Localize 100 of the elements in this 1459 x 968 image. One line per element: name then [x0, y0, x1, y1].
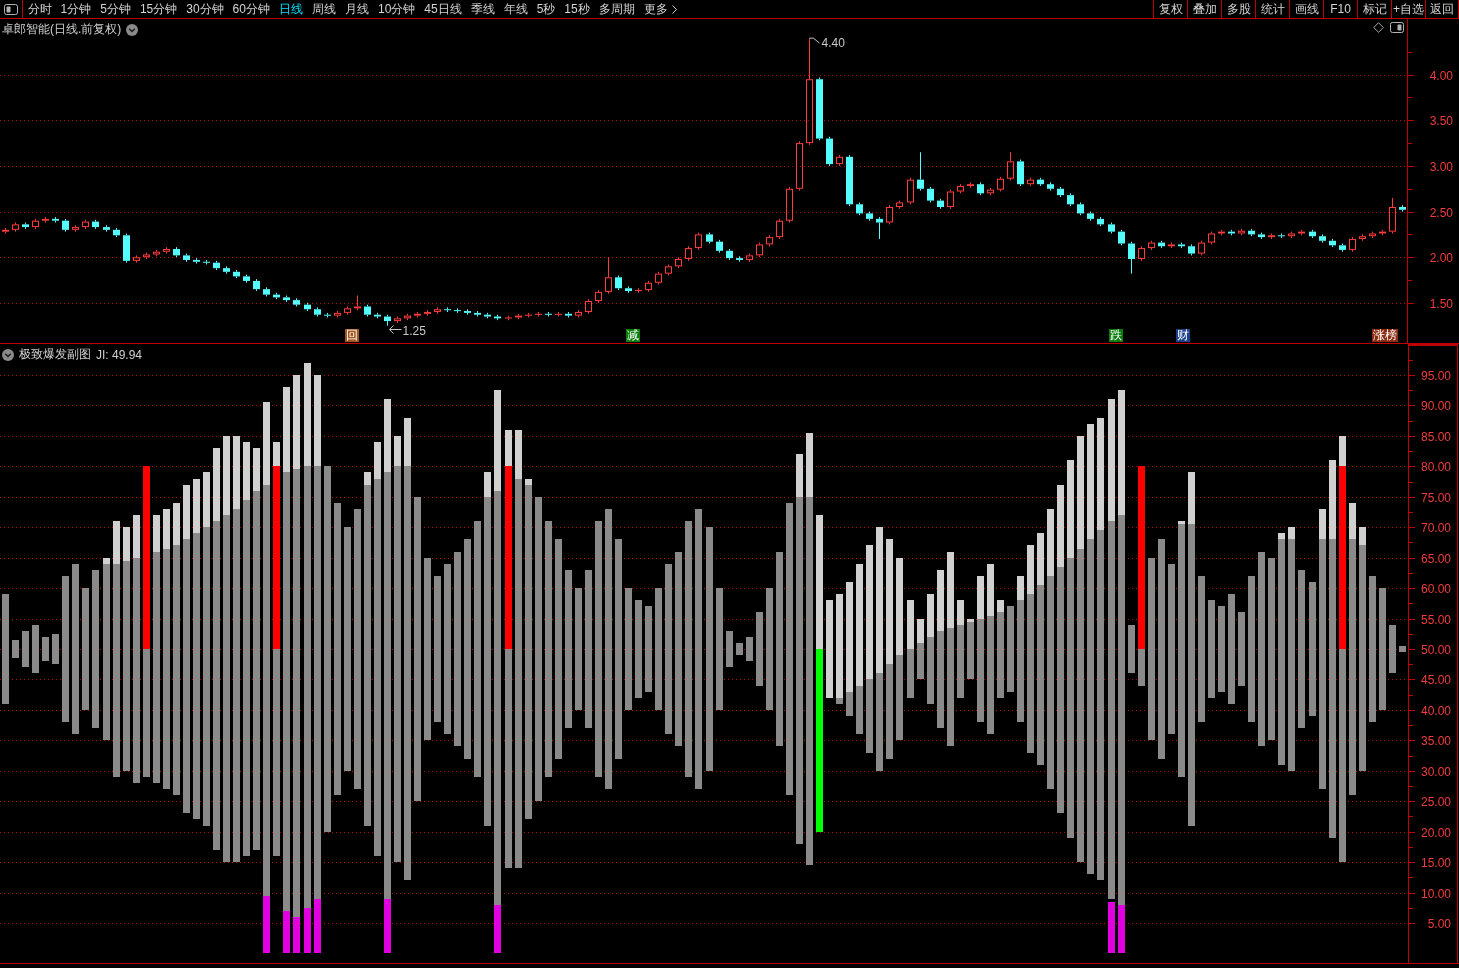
toolbar-button[interactable]: 多股: [1221, 0, 1255, 18]
period-tab[interactable]: 1分钟: [56, 0, 96, 18]
period-tab[interactable]: 15分钟: [135, 0, 182, 18]
candle: [1128, 241, 1135, 275]
event-badge[interactable]: 减: [626, 329, 640, 342]
period-tab[interactable]: 60分钟: [228, 0, 275, 18]
event-badge[interactable]: 回: [345, 329, 359, 342]
toolbar-button[interactable]: 叠加: [1187, 0, 1221, 18]
candle: [2, 227, 9, 234]
period-tab[interactable]: 5秒: [532, 0, 560, 18]
candle: [1268, 233, 1275, 240]
axis-label: 60.00: [1420, 582, 1451, 596]
candle: [1178, 242, 1185, 249]
candle: [364, 304, 371, 318]
candle: [253, 278, 260, 292]
diamond-icon[interactable]: [1373, 22, 1384, 33]
candle: [1118, 229, 1125, 246]
candle: [535, 311, 542, 318]
candle: [344, 306, 351, 316]
candle: [72, 224, 79, 233]
period-tab[interactable]: 日线: [274, 0, 308, 18]
candle: [706, 232, 713, 244]
period-tab[interactable]: 30分钟: [181, 0, 229, 18]
toolbar-button[interactable]: 复权: [1153, 0, 1187, 18]
period-tab[interactable]: 周线: [307, 0, 341, 18]
dropdown-icon[interactable]: [126, 23, 139, 36]
candle: [424, 309, 431, 317]
more-button[interactable]: 更多: [639, 0, 682, 18]
candle: [223, 265, 230, 275]
candle: [977, 181, 984, 196]
candle: [1288, 231, 1295, 239]
sidebar-toggle-icon[interactable]: [1390, 22, 1404, 33]
candle: [927, 186, 934, 203]
toolbar-button[interactable]: 标记: [1357, 0, 1391, 18]
toolbar-button[interactable]: F10: [1323, 0, 1357, 18]
sidebar-toggle-icon[interactable]: [4, 3, 18, 15]
candle: [82, 219, 89, 230]
candle: [203, 259, 210, 265]
left-arrow-icon: [389, 325, 402, 334]
candle: [756, 242, 763, 258]
candle: [1108, 222, 1115, 234]
candle: [133, 254, 140, 264]
candle: [545, 311, 552, 318]
candle: [1208, 231, 1215, 245]
axis-label: 40.00: [1420, 704, 1451, 718]
axis-label: 30.00: [1420, 765, 1451, 779]
candle: [484, 312, 491, 319]
candle: [213, 260, 220, 271]
candle: [354, 295, 361, 311]
candle: [454, 307, 461, 314]
toolbar-button[interactable]: +自选: [1391, 0, 1425, 18]
candle: [263, 286, 270, 297]
period-tab[interactable]: 15秒: [559, 0, 595, 18]
period-tab[interactable]: 10分钟: [373, 0, 420, 18]
period-tab[interactable]: 月线: [340, 0, 374, 18]
candle: [816, 76, 823, 141]
candle: [52, 216, 59, 224]
candle: [1188, 243, 1195, 256]
dropdown-icon[interactable]: [2, 348, 14, 361]
candle: [173, 246, 180, 258]
candle: [314, 306, 321, 318]
candle: [635, 287, 642, 294]
candle: [1329, 238, 1336, 248]
period-tab[interactable]: 45日线: [419, 0, 467, 18]
axis-label: 90.00: [1420, 399, 1451, 413]
candle: [615, 274, 622, 291]
period-tab[interactable]: 季线: [466, 0, 500, 18]
candle: [1198, 240, 1205, 256]
candle: [434, 306, 441, 315]
candle: [585, 298, 592, 315]
candle: [866, 211, 873, 222]
period-tab[interactable]: 多周期: [594, 0, 640, 18]
candle: [1248, 228, 1255, 237]
candle: [505, 315, 512, 321]
candle: [987, 187, 994, 196]
axis-label: 4.00: [1429, 69, 1453, 83]
candle: [42, 216, 49, 224]
event-badge[interactable]: 财: [1176, 329, 1190, 342]
candle: [143, 252, 150, 260]
candle: [283, 295, 290, 303]
candle: [766, 234, 773, 247]
candle: [153, 249, 160, 257]
candle: [1369, 231, 1376, 239]
candle: [1218, 229, 1225, 236]
period-tab[interactable]: 年线: [499, 0, 533, 18]
toolbar-button[interactable]: 返回: [1425, 0, 1459, 18]
candle: [233, 269, 240, 279]
period-tab[interactable]: 5分钟: [95, 0, 136, 18]
period-tab[interactable]: 分时: [23, 0, 56, 18]
toolbar-button[interactable]: 统计: [1255, 0, 1289, 18]
candle: [1087, 211, 1094, 222]
event-badge[interactable]: 跌: [1109, 329, 1123, 342]
event-badge[interactable]: 涨榜: [1372, 329, 1398, 342]
candle: [967, 181, 974, 189]
candle: [716, 239, 723, 254]
axis-label: 2.50: [1429, 206, 1453, 220]
candle: [1228, 229, 1235, 236]
toolbar-button[interactable]: 画线: [1289, 0, 1323, 18]
candle: [193, 257, 200, 265]
candle: [384, 314, 391, 327]
